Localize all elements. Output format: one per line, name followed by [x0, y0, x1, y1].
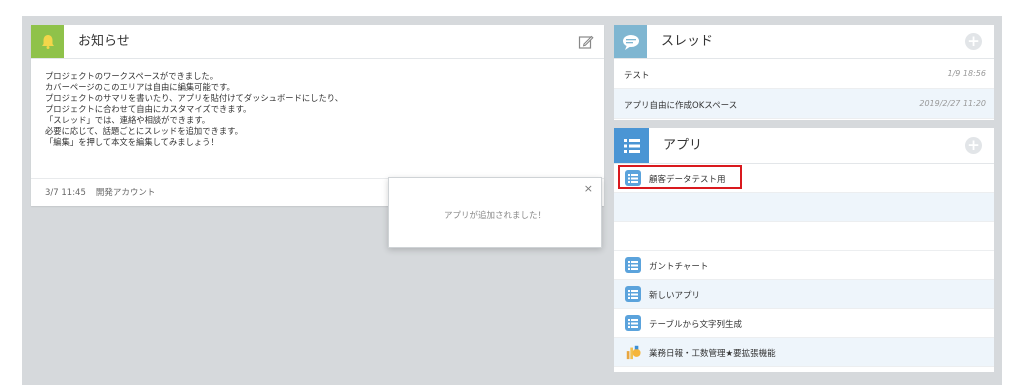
app-item[interactable]: テーブルから文字列生成 — [614, 309, 994, 338]
notice-author[interactable]: 開発アカウント — [96, 188, 156, 198]
notice-timestamp: 3/7 11:45 — [45, 188, 86, 198]
add-app-button[interactable]: + — [965, 137, 982, 154]
report-app-icon — [625, 344, 641, 360]
notice-line: カバーページのこのエリアは自由に編集可能です。 — [45, 82, 235, 92]
notice-footer: 3/7 11:45 開発アカウント — [45, 186, 155, 198]
notice-line: 「スレッド」では、連絡や相談ができます。 — [45, 115, 211, 125]
thread-item[interactable]: テスト 1/9 18:56 — [614, 59, 994, 89]
list-app-icon — [625, 315, 641, 331]
toast-message: アプリが追加されました！ — [443, 211, 546, 221]
apps-title: アプリ — [663, 138, 703, 153]
app-list-icon — [614, 128, 649, 163]
notice-line: プロジェクトのワークスペースができました。 — [45, 71, 218, 81]
thread-item-title: アプリ自由に作成OKスペース — [624, 101, 738, 111]
speech-bubble-icon — [614, 25, 647, 58]
thread-header: スレッド + — [614, 25, 994, 59]
app-item-label: テーブルから文字列生成 — [649, 320, 742, 330]
bell-icon — [31, 25, 64, 58]
thread-item[interactable]: アプリ自由に作成OKスペース 2019/2/27 11:20 — [614, 89, 994, 119]
add-thread-button[interactable]: + — [965, 33, 982, 50]
thread-title: スレッド — [661, 34, 714, 49]
notice-title: お知らせ — [78, 34, 130, 49]
thread-item-title: テスト — [624, 71, 650, 81]
notice-line: プロジェクトのサマリを書いたり、アプリを貼付けてダッシュボードにしたり、 — [45, 93, 344, 103]
edit-icon[interactable] — [578, 34, 594, 50]
app-item-empty — [614, 193, 994, 222]
notice-line: プロジェクトに合わせて自由にカスタマイズできます。 — [45, 104, 252, 114]
app-added-toast: × アプリが追加されました！ — [388, 177, 602, 248]
notice-line: 「編集」を押して本文を編集してみましょう！ — [45, 137, 219, 147]
app-item-label: 新しいアプリ — [649, 291, 701, 301]
highlight-box — [618, 165, 742, 189]
notice-body: プロジェクトのワークスペースができました。 カバーページのこのエリアは自由に編集… — [31, 59, 604, 179]
list-app-icon — [625, 257, 641, 273]
app-item[interactable]: 新しいアプリ — [614, 280, 994, 309]
thread-panel: スレッド + テスト 1/9 18:56 アプリ自由に作成OKスペース 2019… — [614, 25, 994, 120]
thread-item-date: 2019/2/27 11:20 — [919, 99, 986, 108]
thread-item-date: 1/9 18:56 — [947, 69, 986, 78]
app-item[interactable]: 業務日報・工数管理★要拡張機能 — [614, 338, 994, 367]
list-app-icon — [625, 286, 641, 302]
notice-line: 必要に応じて、話題ごとにスレッドを追加できます。 — [45, 126, 243, 136]
app-item-empty — [614, 222, 994, 251]
app-item-label: ガントチャート — [649, 262, 709, 272]
notice-header: お知らせ — [31, 25, 604, 59]
app-item-label: 業務日報・工数管理★要拡張機能 — [649, 349, 776, 359]
apps-header: アプリ + — [614, 128, 994, 164]
app-item[interactable]: ガントチャート — [614, 251, 994, 280]
close-icon[interactable]: × — [584, 183, 593, 194]
